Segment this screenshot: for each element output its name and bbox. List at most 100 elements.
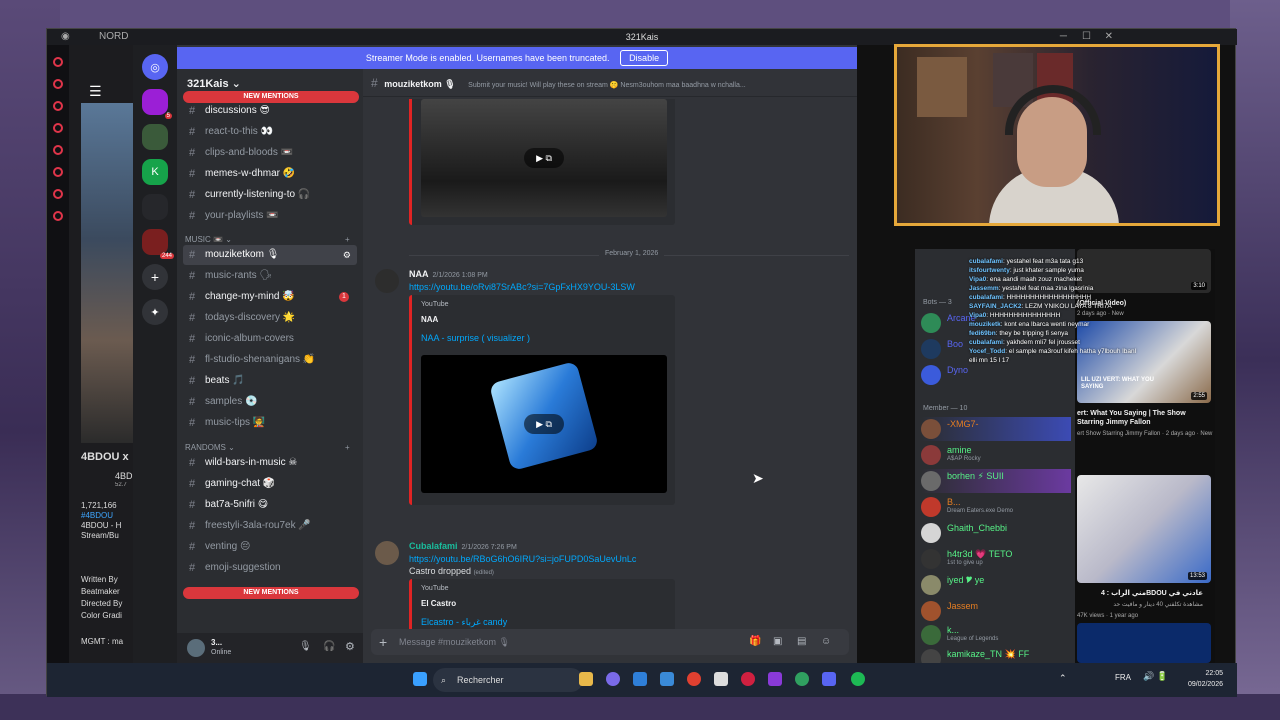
channel-bat7a-5nifri[interactable]: # bat7a-5nifri 😋	[183, 495, 357, 515]
add-channel-icon[interactable]: +	[345, 235, 350, 244]
add-channel-icon[interactable]: +	[345, 443, 350, 452]
channel-fl-studio-shenanigans[interactable]: # fl-studio-shenanigans 👏	[183, 350, 357, 370]
channel-music-rants[interactable]: # music-rants 🗣	[183, 266, 357, 286]
channel-discussions[interactable]: # discussions 😎	[183, 101, 357, 121]
copilot-icon[interactable]	[606, 672, 620, 686]
member-row[interactable]: B... Dream Eaters.exe Demo	[921, 495, 1071, 519]
user-settings-icon[interactable]: ⚙	[345, 640, 355, 653]
server-name[interactable]: 321Kais ⌄	[187, 77, 241, 90]
sidebar-icon[interactable]	[53, 79, 63, 89]
channel-venting[interactable]: # venting 😔	[183, 537, 357, 557]
chevron-up-icon[interactable]: ⌃	[1059, 673, 1067, 684]
store-icon[interactable]	[633, 672, 647, 686]
message-link[interactable]: https://youtu.be/oRvi87SrABc?si=7GpFxHX9…	[409, 282, 635, 292]
notion-icon[interactable]	[714, 672, 728, 686]
channel-react-to-this[interactable]: # react-to-this 👀	[183, 122, 357, 142]
channel-topic[interactable]: Submit your music! Will play these on st…	[468, 82, 746, 89]
gif-icon[interactable]: ▣	[773, 629, 782, 655]
member-row[interactable]: k... League of Legends	[921, 623, 1071, 647]
channel-emoji-suggestion[interactable]: # emoji-suggestion	[183, 558, 357, 578]
add-server-icon[interactable]: +	[142, 264, 168, 290]
play-icon[interactable]: ▶ ⧉	[524, 414, 564, 434]
avatar[interactable]	[375, 541, 399, 565]
channel-currently-listening-to[interactable]: # currently-listening-to 🎧	[183, 185, 357, 205]
file-explorer-icon[interactable]	[579, 672, 593, 686]
disable-button[interactable]: Disable	[620, 50, 669, 66]
discord-icon[interactable]	[822, 672, 836, 686]
spotify-icon[interactable]	[851, 672, 865, 686]
emoji-icon[interactable]: ☺	[821, 629, 831, 655]
message-link[interactable]: https://youtu.be/RBoG6hO6IRU?si=joFUPD0S…	[409, 554, 636, 564]
channel-mouziketkom[interactable]: # mouziketkom 🎙 ⚙	[183, 245, 357, 265]
maximize-icon[interactable]: ☐	[1082, 29, 1091, 45]
windows-start-icon[interactable]	[413, 672, 427, 686]
sidebar-icon[interactable]	[53, 189, 63, 199]
language-indicator[interactable]: FRA	[1115, 673, 1131, 682]
member-row[interactable]: Ghaith_Chebbi	[921, 521, 1071, 545]
microphone-icon[interactable]: 🎙	[299, 641, 312, 652]
embed-video[interactable]: ▶ ⧉	[421, 355, 667, 493]
channel-freestyli[interactable]: # freestyli-3ala-rou7ek 🎤	[183, 516, 357, 536]
channel-gaming-chat[interactable]: # gaming-chat 🎲	[183, 474, 357, 494]
embed-author[interactable]: El Castro	[421, 599, 456, 608]
video-title[interactable]: مني الراب : 4BDOU عادني في	[1077, 589, 1203, 598]
member-row[interactable]: borhen ⚡ SUII	[921, 469, 1071, 493]
server-icon[interactable]	[142, 194, 168, 220]
close-icon[interactable]: ✕	[1105, 29, 1113, 45]
avatar[interactable]	[375, 269, 399, 293]
headphones-icon[interactable]: 🎧	[323, 641, 335, 652]
message-author[interactable]: Cubalafami 2/1/2026 7:26 PM	[409, 541, 517, 551]
embed-title[interactable]: NAA - surprise ( visualizer )	[421, 333, 530, 343]
member-bot[interactable]: Dyno	[921, 363, 1071, 387]
member-row[interactable]: iyed 🎔 ye	[921, 573, 1071, 597]
new-mentions-bottom[interactable]: NEW MENTIONS	[183, 587, 359, 599]
channel-clips-and-bloods[interactable]: # clips-and-bloods 📼	[183, 143, 357, 163]
opera-icon[interactable]	[741, 672, 755, 686]
sidebar-icon[interactable]	[53, 123, 63, 133]
channel-iconic-album-covers[interactable]: # iconic-album-covers	[183, 329, 357, 349]
member-row[interactable]: -XMG7-	[921, 417, 1071, 441]
embed-video[interactable]: ▶ ⧉	[421, 99, 667, 217]
taskbar-search[interactable]: ⌕ Rechercher	[433, 668, 583, 692]
add-attachment-icon[interactable]: +	[379, 629, 387, 655]
channel-beats[interactable]: # beats 🎵	[183, 371, 357, 391]
menu-icon[interactable]: ☰	[89, 83, 102, 100]
category-music[interactable]: MUSIC 📼 ⌄ +	[185, 235, 350, 244]
app-icon[interactable]	[768, 672, 782, 686]
sidebar-icon[interactable]	[53, 211, 63, 221]
channel-samples[interactable]: # samples 💿	[183, 392, 357, 412]
channel-change-my-mind[interactable]: # change-my-mind 🤯 1	[183, 287, 357, 307]
message-author[interactable]: NAA 2/1/2026 1:08 PM	[409, 269, 488, 279]
sticker-icon[interactable]: ▤	[797, 629, 806, 655]
embed-author[interactable]: NAA	[421, 315, 438, 324]
embed-title[interactable]: Elcastro - غرباء candy	[421, 617, 507, 628]
member-row[interactable]: Jassem	[921, 599, 1071, 623]
discord-home-icon[interactable]: ◎	[142, 54, 168, 80]
gift-icon[interactable]: 🎁	[749, 629, 761, 655]
channel-your-playlists[interactable]: # your-playlists 📼	[183, 206, 357, 226]
server-icon[interactable]: K	[142, 159, 168, 185]
server-icon[interactable]: 244	[142, 229, 174, 259]
sidebar-icon[interactable]	[53, 145, 63, 155]
browser-tab[interactable]: NORD	[99, 29, 128, 45]
channel-wild-bars[interactable]: # wild-bars-in-music ☠	[183, 453, 357, 473]
member-row[interactable]: h4tr3d 💗 TETO 1st to give up	[921, 547, 1071, 571]
avatar[interactable]	[187, 639, 205, 657]
channel-todays-discovery[interactable]: # todays-discovery 🌟	[183, 308, 357, 328]
explore-icon[interactable]: ✦	[142, 299, 168, 325]
minimize-icon[interactable]: ─	[1060, 29, 1067, 45]
wifi-volume-battery-icon[interactable]: 🔊 🔋	[1143, 671, 1168, 682]
sidebar-icon[interactable]	[53, 57, 63, 67]
mail-icon[interactable]	[660, 672, 674, 686]
sidebar-icon[interactable]	[53, 101, 63, 111]
opera-icon[interactable]: ◉	[61, 29, 70, 45]
video-title[interactable]: ert: What You Saying | The Show Starring…	[1077, 409, 1203, 427]
channel-memes-w-dhmar[interactable]: # memes-w-dhmar 🤣	[183, 164, 357, 184]
chrome-icon[interactable]	[687, 672, 701, 686]
settings-icon[interactable]: ⚙	[343, 245, 351, 265]
video-thumbnail[interactable]: 13:53	[1077, 475, 1211, 583]
video-thumbnail[interactable]	[1077, 623, 1211, 663]
message-input[interactable]: + Message #mouziketkom 🎙 🎁 ▣ ▤ ☺	[371, 629, 849, 655]
member-row[interactable]: amine A$AP Rocky	[921, 443, 1071, 467]
app-icon[interactable]	[795, 672, 809, 686]
